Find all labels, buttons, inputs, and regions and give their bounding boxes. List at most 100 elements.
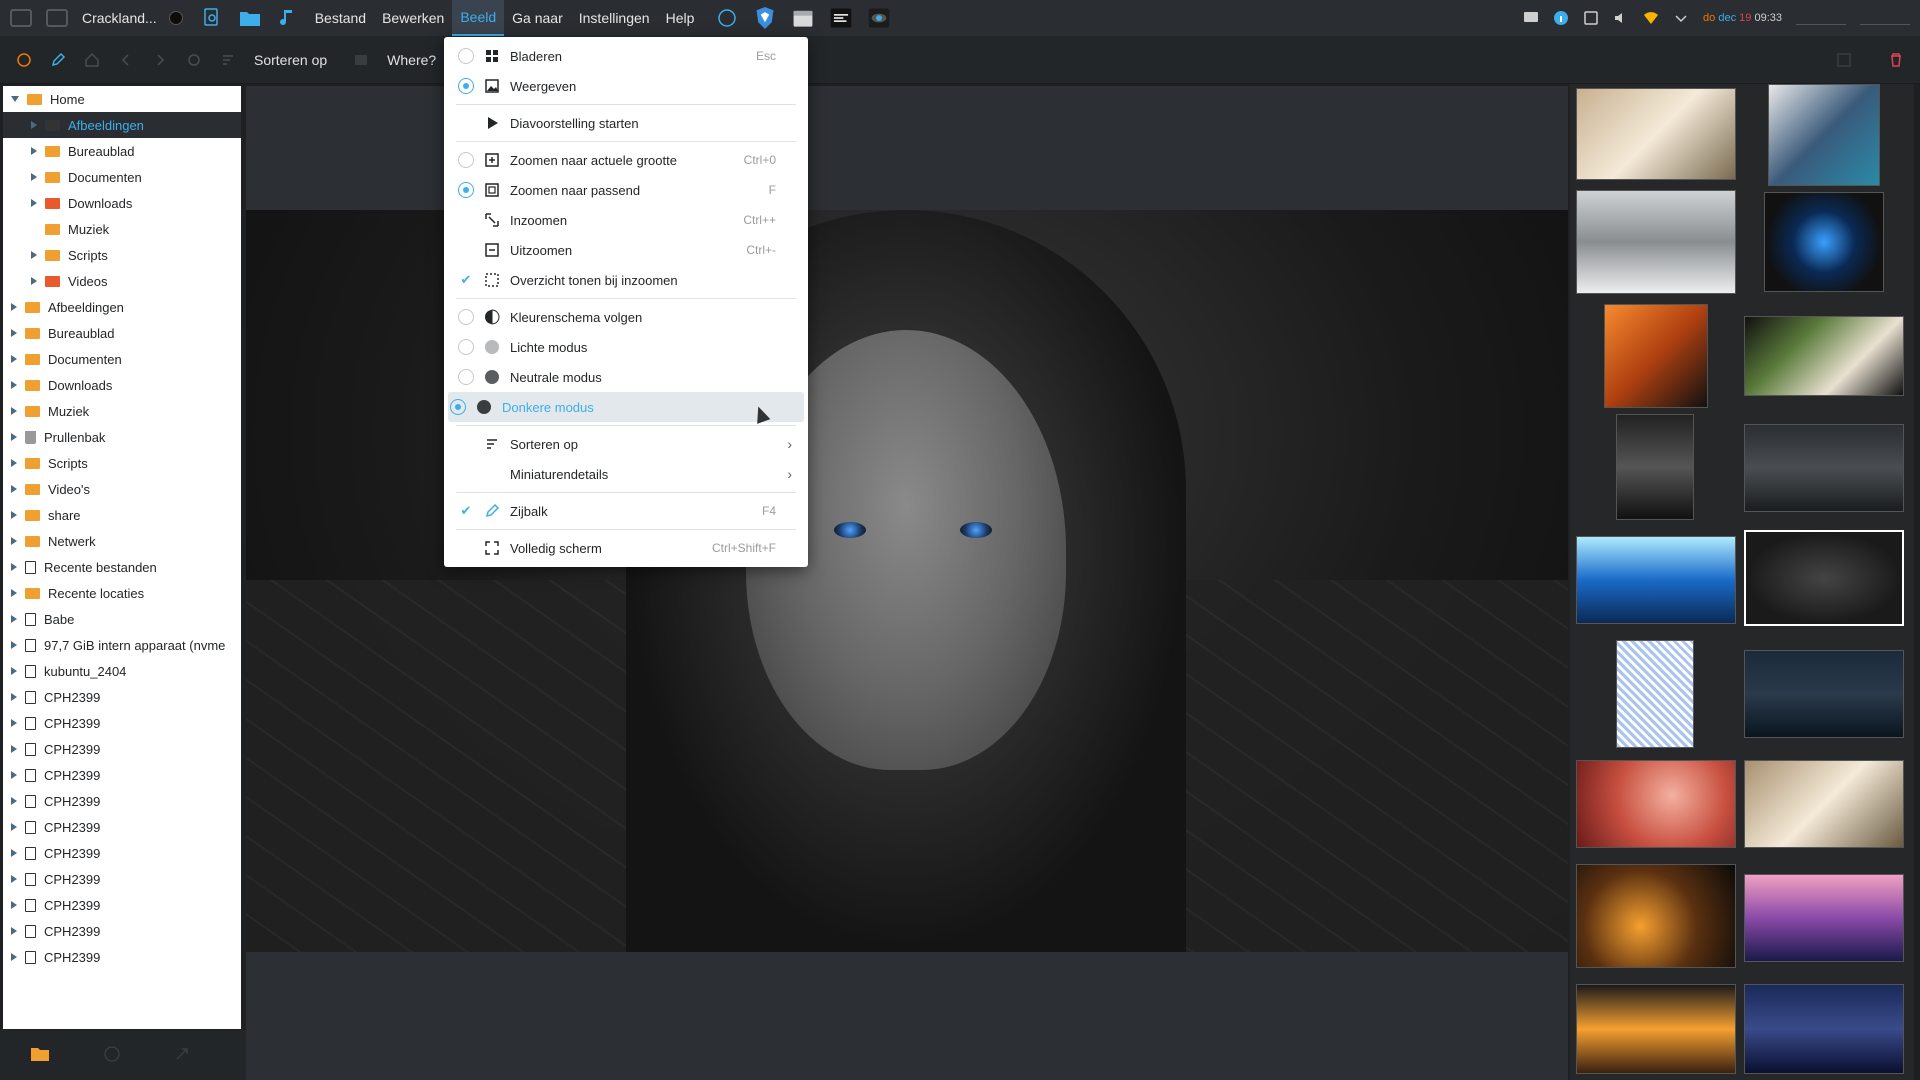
tree-item[interactable]: Videos <box>3 268 241 294</box>
tree-item[interactable]: Home <box>3 86 241 112</box>
thumbnail[interactable] <box>1576 536 1736 624</box>
chevron-right-icon[interactable] <box>11 511 17 519</box>
window-icon[interactable] <box>10 9 32 27</box>
tree-item[interactable]: Muziek <box>3 398 241 424</box>
package-icon[interactable] <box>792 7 814 29</box>
tree-item[interactable]: Muziek <box>3 216 241 242</box>
chevron-right-icon[interactable] <box>11 667 17 675</box>
record-icon[interactable] <box>168 11 183 25</box>
tree-item[interactable]: Scripts <box>3 242 241 268</box>
thumbnail[interactable] <box>1576 88 1736 180</box>
menu-item-zoomen-naar-passend[interactable]: Zoomen naar passend F <box>444 175 808 205</box>
folders-tab-icon[interactable] <box>30 1046 50 1065</box>
tree-item[interactable]: Recente locaties <box>3 580 241 606</box>
menu-item-diavoorstelling-starten[interactable]: Diavoorstelling starten <box>444 108 808 138</box>
menu-item-overzicht-tonen-bij-inzoomen[interactable]: ✔ Overzicht tonen bij inzoomen <box>444 265 808 295</box>
music-icon[interactable] <box>277 7 299 29</box>
thumbnail[interactable] <box>1616 414 1694 520</box>
menu-item-lichte-modus[interactable]: Lichte modus <box>444 332 808 362</box>
chevron-right-icon[interactable] <box>11 927 17 935</box>
tree-item[interactable]: CPH2399 <box>3 762 241 788</box>
chevron-right-icon[interactable] <box>11 381 17 389</box>
share-tab-icon[interactable] <box>174 1046 190 1065</box>
radio-selected-icon[interactable] <box>450 399 466 415</box>
chevron-right-icon[interactable] <box>11 537 17 545</box>
tree-item[interactable]: Downloads <box>3 372 241 398</box>
tree-item[interactable]: CPH2399 <box>3 944 241 970</box>
thumbnail[interactable] <box>1744 984 1904 1074</box>
terminal-icon[interactable] <box>830 7 852 29</box>
chevron-right-icon[interactable] <box>11 771 17 779</box>
info-icon[interactable] <box>1553 10 1569 26</box>
tree-item[interactable]: CPH2399 <box>3 684 241 710</box>
chevron-right-icon[interactable] <box>11 745 17 753</box>
tree-item[interactable]: CPH2399 <box>3 736 241 762</box>
trash-icon[interactable] <box>1886 50 1906 70</box>
where-button[interactable]: Where? <box>387 52 436 68</box>
chevron-right-icon[interactable] <box>11 329 17 337</box>
menu-item-kleurenschema-volgen[interactable]: Kleurenschema volgen <box>444 302 808 332</box>
chevron-right-icon[interactable] <box>31 173 37 181</box>
chevron-right-icon[interactable] <box>11 875 17 883</box>
gwenview-icon[interactable] <box>14 50 34 70</box>
chevron-down-icon[interactable] <box>11 96 19 102</box>
radio-selected-icon[interactable] <box>458 78 474 94</box>
tree-item[interactable]: Bureaublad <box>3 138 241 164</box>
chevron-right-icon[interactable] <box>11 849 17 857</box>
thumbnail[interactable] <box>1764 192 1884 292</box>
chevron-right-icon[interactable] <box>11 485 17 493</box>
tree-item[interactable]: Documenten <box>3 346 241 372</box>
menu-ga-naar[interactable]: Ga naar <box>504 0 571 36</box>
chevron-right-icon[interactable] <box>11 901 17 909</box>
thumbnail[interactable] <box>1744 650 1904 738</box>
thumbnail[interactable] <box>1576 760 1736 848</box>
tree-item[interactable]: CPH2399 <box>3 866 241 892</box>
thumbnail[interactable] <box>1604 304 1708 408</box>
thumbnail[interactable] <box>1576 984 1736 1074</box>
radio-icon[interactable] <box>458 152 474 168</box>
panel-toggle-icon[interactable] <box>1834 50 1854 70</box>
tree-item[interactable]: Recente bestanden <box>3 554 241 580</box>
brave-browser-icon[interactable] <box>754 7 776 29</box>
chevron-right-icon[interactable] <box>11 823 17 831</box>
menu-beeld[interactable]: Beeld <box>452 0 505 36</box>
home-icon[interactable] <box>82 50 102 70</box>
tree-item[interactable]: CPH2399 <box>3 892 241 918</box>
tree-item[interactable]: Downloads <box>3 190 241 216</box>
menu-bewerken[interactable]: Bewerken <box>374 0 452 36</box>
chevron-right-icon[interactable] <box>11 693 17 701</box>
sort-button[interactable]: Sorteren op <box>254 52 327 68</box>
reload-icon[interactable] <box>184 50 204 70</box>
tree-item[interactable]: share <box>3 502 241 528</box>
thumbnail[interactable] <box>1744 316 1904 396</box>
menu-item-zoomen-naar-actuele-grootte[interactable]: Zoomen naar actuele grootte Ctrl+0 <box>444 145 808 175</box>
tree-item[interactable]: CPH2399 <box>3 840 241 866</box>
tree-item[interactable]: Afbeeldingen <box>3 112 241 138</box>
thumbnail[interactable] <box>1768 84 1880 186</box>
chevron-right-icon[interactable] <box>11 433 17 441</box>
thumbnail[interactable] <box>1744 424 1904 512</box>
tree-item[interactable]: 97,7 GiB intern apparaat (nvme <box>3 632 241 658</box>
tree-item[interactable]: Prullenbak <box>3 424 241 450</box>
folder-icon[interactable] <box>239 7 261 29</box>
tree-item[interactable]: Video's <box>3 476 241 502</box>
thumbnail[interactable] <box>1576 190 1736 294</box>
tree-item[interactable]: CPH2399 <box>3 814 241 840</box>
chevron-right-icon[interactable] <box>31 251 37 259</box>
chevron-right-icon[interactable] <box>11 953 17 961</box>
radio-icon[interactable] <box>458 339 474 355</box>
tree-item[interactable]: CPH2399 <box>3 918 241 944</box>
clock[interactable]: do dec 19 09:33 <box>1703 12 1782 24</box>
chevron-right-icon[interactable] <box>31 277 37 285</box>
chevron-right-icon[interactable] <box>11 303 17 311</box>
checkmark-icon[interactable]: ✔ <box>458 272 474 288</box>
where-icon[interactable] <box>351 50 371 70</box>
menu-item-miniaturendetails[interactable]: Miniaturendetails › <box>444 459 808 489</box>
chevron-down-icon[interactable] <box>1673 10 1689 26</box>
tree-item[interactable]: CPH2399 <box>3 788 241 814</box>
app-title[interactable]: Crackland... <box>82 10 157 26</box>
pencil-icon[interactable] <box>48 50 68 70</box>
chevron-right-icon[interactable] <box>11 407 17 415</box>
chevron-right-icon[interactable] <box>11 459 17 467</box>
menu-bestand[interactable]: Bestand <box>307 0 374 36</box>
